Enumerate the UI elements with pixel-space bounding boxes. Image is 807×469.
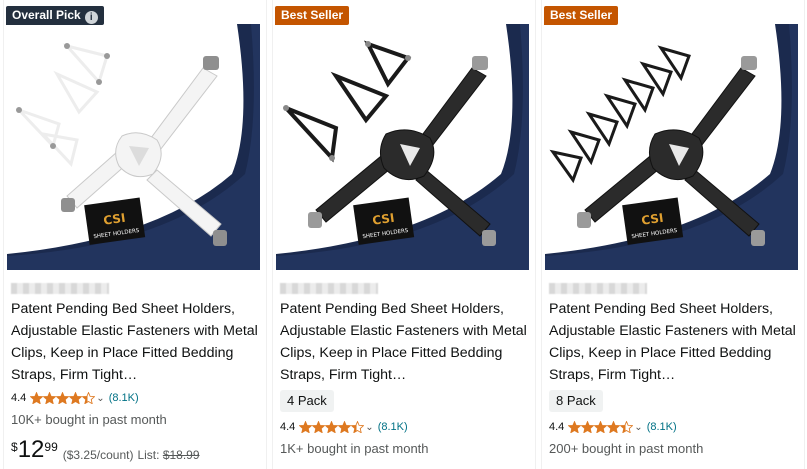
best-seller-badge: Best Seller bbox=[544, 6, 619, 25]
star-partial-icon bbox=[82, 392, 96, 404]
product-title-link[interactable]: Patent Pending Bed Sheet Holders, Adjust… bbox=[549, 301, 796, 383]
star-full-icon bbox=[312, 421, 326, 433]
star-rating[interactable] bbox=[568, 421, 634, 433]
product-card[interactable]: Best Seller CSI SHEET HOLDERS Patent Pen… bbox=[272, 0, 536, 469]
brand-name-blurred bbox=[11, 283, 109, 294]
rating-count-link[interactable]: (8.1K) bbox=[378, 421, 408, 433]
rating-count-link[interactable]: (8.1K) bbox=[109, 392, 139, 404]
star-full-icon bbox=[69, 392, 83, 404]
product-image[interactable]: CSI SHEET HOLDERS bbox=[276, 24, 529, 270]
price-row[interactable]: $ 12 99 ($3.25/count) List: $18.99 bbox=[11, 437, 200, 463]
chevron-down-icon[interactable]: ⌄ bbox=[365, 422, 373, 433]
bought-in-past-month: 1K+ bought in past month bbox=[280, 441, 429, 456]
pack-size-chip[interactable]: 8 Pack bbox=[549, 390, 603, 412]
star-full-icon bbox=[594, 421, 608, 433]
list-price-label: List: bbox=[137, 448, 160, 462]
product-card[interactable]: Overall Pick i CSI SHEET HOLDERS Patent … bbox=[3, 0, 267, 469]
product-image[interactable]: CSI SHEET HOLDERS bbox=[545, 24, 798, 270]
star-rating[interactable] bbox=[299, 421, 365, 433]
list-price: List: $18.99 bbox=[137, 448, 199, 462]
product-title-link[interactable]: Patent Pending Bed Sheet Holders, Adjust… bbox=[11, 301, 258, 383]
product-image[interactable]: CSI SHEET HOLDERS bbox=[7, 24, 260, 270]
bought-in-past-month: 200+ bought in past month bbox=[549, 441, 704, 456]
product-title[interactable]: Patent Pending Bed Sheet Holders, Adjust… bbox=[280, 298, 530, 386]
info-icon[interactable]: i bbox=[84, 11, 98, 24]
product-title-link[interactable]: Patent Pending Bed Sheet Holders, Adjust… bbox=[280, 301, 527, 383]
rating-value: 4.4 bbox=[280, 421, 296, 433]
chevron-down-icon[interactable]: ⌄ bbox=[634, 422, 642, 433]
product-card[interactable]: Best Seller CSI SHEET HOLDERS Patent Pen… bbox=[541, 0, 805, 469]
chevron-down-icon[interactable]: ⌄ bbox=[96, 393, 104, 404]
product-title[interactable]: Patent Pending Bed Sheet Holders, Adjust… bbox=[549, 298, 799, 386]
star-full-icon bbox=[568, 421, 582, 433]
overall-pick-badge: Overall Pick i bbox=[6, 6, 104, 25]
star-partial-icon bbox=[620, 421, 634, 433]
price-whole: 12 bbox=[17, 436, 45, 463]
rating-count-link[interactable]: (8.1K) bbox=[647, 421, 677, 433]
rating-row[interactable]: 4.4 ⌄ (8.1K) bbox=[11, 392, 139, 404]
star-partial-icon bbox=[351, 421, 365, 433]
price-symbol: $ bbox=[11, 440, 18, 454]
unit-price: ($3.25/count) bbox=[62, 448, 134, 462]
star-full-icon bbox=[607, 421, 621, 433]
star-full-icon bbox=[30, 392, 44, 404]
pack-size-chip[interactable]: 4 Pack bbox=[280, 390, 334, 412]
star-full-icon bbox=[43, 392, 57, 404]
rating-value: 4.4 bbox=[549, 421, 565, 433]
brand-name-blurred bbox=[549, 283, 647, 294]
badge-label: Overall Pick bbox=[12, 8, 81, 22]
brand-name-blurred bbox=[280, 283, 378, 294]
star-full-icon bbox=[56, 392, 70, 404]
rating-value: 4.4 bbox=[11, 392, 27, 404]
star-full-icon bbox=[338, 421, 352, 433]
list-price-value: $18.99 bbox=[162, 448, 200, 462]
star-rating[interactable] bbox=[30, 392, 96, 404]
star-full-icon bbox=[581, 421, 595, 433]
star-full-icon bbox=[325, 421, 339, 433]
rating-row[interactable]: 4.4 ⌄ (8.1K) bbox=[280, 421, 408, 433]
bought-in-past-month: 10K+ bought in past month bbox=[11, 412, 167, 427]
star-full-icon bbox=[299, 421, 313, 433]
rating-row[interactable]: 4.4 ⌄ (8.1K) bbox=[549, 421, 677, 433]
price-fraction: 99 bbox=[44, 440, 58, 454]
best-seller-badge: Best Seller bbox=[275, 6, 350, 25]
product-title[interactable]: Patent Pending Bed Sheet Holders, Adjust… bbox=[11, 298, 261, 386]
